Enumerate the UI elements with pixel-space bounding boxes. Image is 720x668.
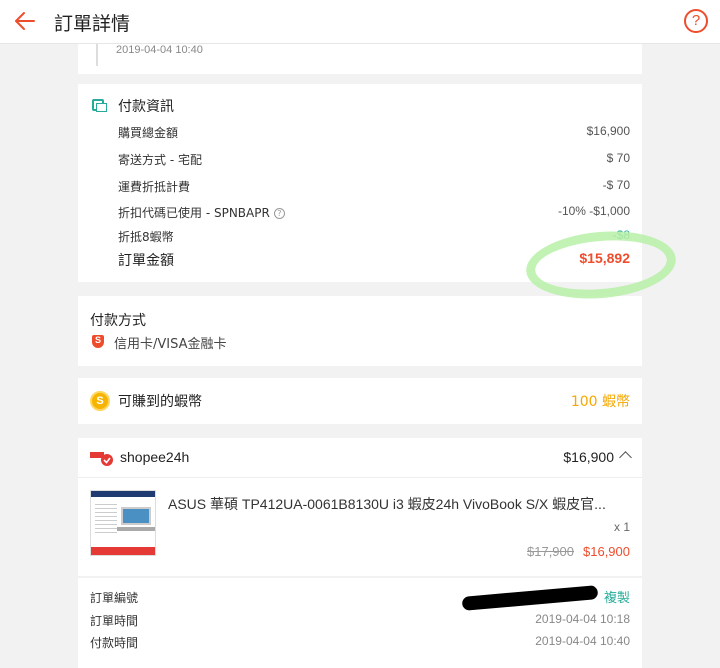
order-meta-card: 訂單編號 複製 訂單時間 2019-04-04 10:18 付款時間 2019-… — [78, 578, 642, 668]
voucher-value: -10% -$1,000 — [557, 204, 630, 218]
thumb-banner — [91, 491, 155, 497]
payment-method-title: 付款方式 — [90, 313, 146, 329]
copy-button[interactable]: 複製 — [604, 587, 630, 606]
shipping-value: $ 70 — [606, 151, 630, 165]
shop-order-card: shopee24h $16,900 ASUS 華碩 TP412UA-0061B8… — [78, 438, 642, 576]
order-timeline: 2019-04-04 10:40 — [78, 44, 642, 74]
back-arrow-icon[interactable] — [12, 8, 38, 34]
coin-icon: S — [90, 391, 110, 411]
question-icon[interactable]: ? — [273, 208, 285, 219]
pay-time-label: 付款時間 — [90, 636, 139, 650]
shipping-label: 寄送方式 - 宅配 — [118, 153, 202, 167]
shipping-discount-value: -$ 70 — [602, 178, 630, 192]
help-icon[interactable]: ? — [684, 9, 708, 33]
shop-name[interactable]: shopee24h — [120, 449, 189, 465]
order-number-label: 訂單編號 — [90, 591, 139, 605]
subtotal-label: 購買總金額 — [118, 126, 179, 140]
coins-used-label: 折抵8蝦幣 — [118, 230, 174, 244]
payment-method-value: 信用卡/VISA金融卡 — [114, 337, 227, 352]
product-quantity: x 1 — [613, 520, 630, 534]
order-total-label: 訂單金額 — [118, 253, 174, 269]
coins-earn-card: S 可賺到的蝦幣 100 蝦幣 — [78, 378, 642, 424]
product-thumbnail[interactable] — [90, 490, 156, 556]
shop-total: $16,900 — [563, 449, 614, 465]
product-name[interactable]: ASUS 華碩 TP412UA-0061B8130U i3 蝦皮24h Vivo… — [168, 494, 630, 514]
chevron-up-icon[interactable] — [619, 451, 632, 464]
subtotal-value: $16,900 — [586, 124, 630, 138]
coins-earn-label: 可賺到的蝦幣 — [118, 394, 202, 410]
timeline-line — [96, 44, 98, 66]
shipping-discount-label: 運費折抵計費 — [118, 180, 191, 194]
voucher-label: 折扣代碼已使用 - SPNBAPR — [118, 206, 270, 220]
redacted-order-number — [461, 585, 599, 611]
payment-method-card: 付款方式 信用卡/VISA金融卡 — [78, 296, 642, 366]
top-bar: 訂單詳情 ? — [0, 0, 720, 44]
order-time-label: 訂單時間 — [90, 614, 139, 628]
order-time-value: 2019-04-04 10:18 — [535, 612, 630, 626]
coins-earn-value: 100 蝦幣 — [570, 394, 630, 410]
timeline-timestamp: 2019-04-04 10:40 — [116, 44, 203, 56]
voucher-row: 折扣代碼已使用 - SPNBAPR? — [118, 204, 285, 221]
product-original-price: $17,900 — [527, 544, 574, 559]
laptop-image — [121, 507, 151, 525]
payment-info-title: 付款資訊 — [118, 99, 174, 115]
pay-time-value: 2019-04-04 10:40 — [535, 634, 630, 648]
payment-info-icon — [92, 99, 107, 112]
shop-logo-icon — [90, 452, 113, 466]
thumb-badge — [91, 547, 155, 555]
shop-header[interactable]: shopee24h $16,900 — [78, 438, 642, 478]
page-title: 訂單詳情 — [54, 13, 131, 35]
laptop-base — [117, 527, 155, 531]
product-price: $16,900 — [583, 544, 630, 559]
thumb-specs — [95, 501, 117, 535]
shield-icon — [92, 335, 104, 348]
